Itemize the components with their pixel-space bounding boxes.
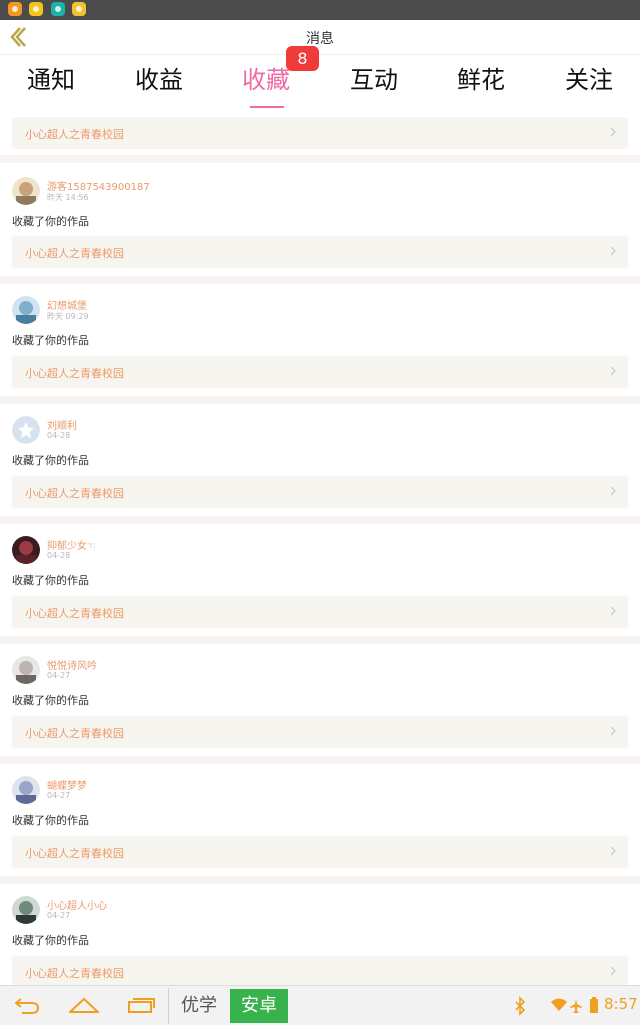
tab-earnings[interactable]: 收益 xyxy=(114,65,204,105)
action-text: 收藏了你的作品 xyxy=(12,574,89,587)
avatar[interactable] xyxy=(12,536,40,564)
wifi-icon xyxy=(551,998,567,1011)
timestamp: 04-28 xyxy=(47,431,71,440)
work-title: 小心超人之青春校园 xyxy=(25,607,124,620)
action-text: 收藏了你的作品 xyxy=(12,934,89,947)
action-text: 收藏了你的作品 xyxy=(12,814,89,827)
timestamp: 昨天 09:29 xyxy=(47,312,89,321)
app-notification-icon xyxy=(72,2,86,16)
work-link[interactable]: 小心超人之青春校园 xyxy=(12,117,628,149)
timestamp: 04-27 xyxy=(47,911,71,920)
list-item: 刘顺利 04-28 收藏了你的作品 小心超人之青春校园 xyxy=(0,404,640,516)
divider xyxy=(168,988,169,1024)
battery-icon xyxy=(590,997,598,1013)
page-title: 消息 xyxy=(306,31,334,47)
system-navigation-bar: 优学 安卓 8:57 xyxy=(0,985,640,1025)
work-title: 小心超人之青春校园 xyxy=(25,247,124,260)
avatar[interactable] xyxy=(12,896,40,924)
action-text: 收藏了你的作品 xyxy=(12,215,89,228)
work-link[interactable]: 小心超人之青春校园 xyxy=(12,356,628,388)
airplane-mode-icon xyxy=(570,999,582,1013)
work-title: 小心超人之青春校园 xyxy=(25,367,124,380)
work-title: 小心超人之青春校园 xyxy=(25,727,124,740)
list-item: 小心超人之青春校园 xyxy=(0,110,640,155)
chevron-right-icon xyxy=(610,726,616,736)
username[interactable]: 悦悦诗风吟 xyxy=(47,657,97,672)
chevron-right-icon xyxy=(610,846,616,856)
work-link[interactable]: 小心超人之青春校园 xyxy=(12,596,628,628)
action-text: 收藏了你的作品 xyxy=(12,334,89,347)
home-icon xyxy=(67,997,101,1013)
recent-apps-button[interactable] xyxy=(126,994,156,1016)
app-notification-icon xyxy=(51,2,65,16)
list-item: 幻想城堡 昨天 09:29 收藏了你的作品 小心超人之青春校园 xyxy=(0,284,640,396)
username[interactable]: 小心超人小心 xyxy=(47,897,107,912)
work-title: 小心超人之青春校园 xyxy=(25,967,124,980)
list-item: 小心超人小心 04-27 收藏了你的作品 小心超人之青春校园 xyxy=(0,884,640,985)
clock: 8:57 xyxy=(604,995,638,1013)
work-title: 小心超人之青春校园 xyxy=(25,487,124,500)
chevron-right-icon xyxy=(610,246,616,256)
chevron-right-icon xyxy=(610,486,616,496)
input-method-youxue[interactable]: 优学 xyxy=(170,989,228,1023)
list-item: 悦悦诗风吟 04-27 收藏了你的作品 小心超人之青春校园 xyxy=(0,644,640,756)
input-method-android[interactable]: 安卓 xyxy=(230,989,288,1023)
work-link[interactable]: 小心超人之青春校园 xyxy=(12,236,628,268)
chevron-right-icon xyxy=(610,966,616,976)
chevron-right-icon xyxy=(610,127,616,137)
status-bar xyxy=(0,0,640,20)
avatar[interactable] xyxy=(12,296,40,324)
chevron-right-icon xyxy=(610,366,616,376)
back-arrow-icon xyxy=(14,998,40,1014)
timestamp: 昨天 14:56 xyxy=(47,193,89,202)
timestamp: 04-28 xyxy=(47,551,71,560)
username[interactable]: 蝴蝶梦梦 xyxy=(47,777,87,792)
favorites-list[interactable]: 小心超人之青春校园 游客1587543900187 昨天 14:56 收藏了你的… xyxy=(0,110,640,985)
tab-bar: 通知 收益 收藏 互动 鲜花 关注 xyxy=(0,55,640,110)
timestamp: 04-27 xyxy=(47,791,71,800)
avatar[interactable] xyxy=(12,776,40,804)
app-notification-icon xyxy=(29,2,43,16)
bluetooth-icon xyxy=(515,996,526,1016)
list-item: 游客1587543900187 昨天 14:56 收藏了你的作品 小心超人之青春… xyxy=(0,163,640,276)
tab-flowers[interactable]: 鲜花 xyxy=(436,65,526,105)
favorites-count-badge: 8 xyxy=(286,46,319,71)
username[interactable]: 游客1587543900187 xyxy=(47,178,150,193)
work-link[interactable]: 小心超人之青春校园 xyxy=(12,476,628,508)
username[interactable]: 幻想城堡 xyxy=(47,297,87,312)
chevron-right-icon xyxy=(610,606,616,616)
work-link[interactable]: 小心超人之青春校园 xyxy=(12,716,628,748)
action-text: 收藏了你的作品 xyxy=(12,454,89,467)
username[interactable]: 抑郁少女☜ xyxy=(47,537,96,552)
list-item: 蝴蝶梦梦 04-27 收藏了你的作品 小心超人之青春校园 xyxy=(0,764,640,876)
active-tab-indicator xyxy=(250,106,284,108)
action-text: 收藏了你的作品 xyxy=(12,694,89,707)
tab-interactions[interactable]: 互动 xyxy=(329,65,419,105)
tab-notifications[interactable]: 通知 xyxy=(6,65,96,105)
username[interactable]: 刘顺利 xyxy=(47,417,77,432)
tab-favorites[interactable]: 收藏 xyxy=(221,65,311,105)
work-link[interactable]: 小心超人之青春校园 xyxy=(12,836,628,868)
work-title: 小心超人之青春校园 xyxy=(25,128,124,141)
tab-following[interactable]: 关注 xyxy=(544,65,634,105)
header: 消息 xyxy=(0,20,640,55)
avatar[interactable] xyxy=(12,416,40,444)
timestamp: 04-27 xyxy=(47,671,71,680)
back-nav-button[interactable] xyxy=(12,994,42,1016)
avatar[interactable] xyxy=(12,656,40,684)
list-item: 抑郁少女☜ 04-28 收藏了你的作品 小心超人之青春校园 xyxy=(0,524,640,636)
work-title: 小心超人之青春校园 xyxy=(25,847,124,860)
work-link[interactable]: 小心超人之青春校园 xyxy=(12,956,628,985)
avatar[interactable] xyxy=(12,177,40,205)
recent-apps-icon xyxy=(128,998,155,1013)
app-notification-icon xyxy=(8,2,22,16)
home-nav-button[interactable] xyxy=(67,994,101,1016)
